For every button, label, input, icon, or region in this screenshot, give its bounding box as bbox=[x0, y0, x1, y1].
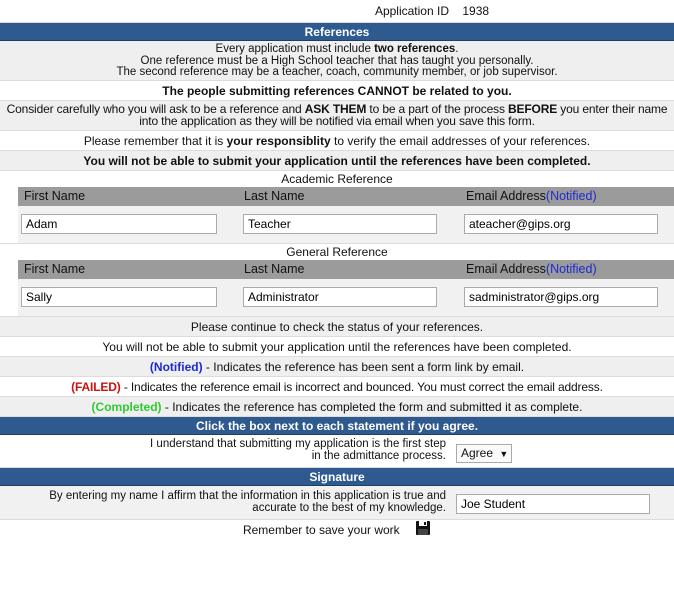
first-name-header: First Name bbox=[24, 262, 86, 276]
last-name-header: Last Name bbox=[244, 189, 305, 203]
caret-down-icon: ▼ bbox=[499, 449, 509, 459]
notified-text: - Indicates the reference has been sent … bbox=[202, 360, 525, 374]
general-email-input[interactable] bbox=[464, 287, 658, 307]
verify-text-2: to verify the email addresses of your re… bbox=[330, 134, 591, 148]
agreement-line-1: I understand that submitting my applicat… bbox=[150, 438, 446, 450]
academic-reference-title: Academic Reference bbox=[281, 172, 393, 186]
general-column-headers: First Name Last Name Email Address(Notif… bbox=[18, 260, 674, 279]
save-reminder-text: Remember to save your work bbox=[242, 523, 400, 538]
verify-bold: your responsiblity bbox=[226, 134, 331, 148]
email-header: Email Address(Notified) bbox=[466, 187, 597, 206]
save-row: Remember to save your work bbox=[0, 520, 674, 540]
academic-email-input[interactable] bbox=[464, 214, 658, 234]
general-last-name-input[interactable] bbox=[243, 287, 437, 307]
status-failed-legend: (FAILED) - Indicates the reference email… bbox=[0, 377, 674, 397]
status-notified-legend: (Notified) - Indicates the reference has… bbox=[0, 357, 674, 377]
signature-statement: By entering my name I affirm that the in… bbox=[49, 490, 446, 514]
email-header-label: Email Address bbox=[466, 189, 546, 203]
consider-text-3: you enter their name bbox=[557, 102, 668, 116]
status-completed-legend: (Completed) - Indicates the reference ha… bbox=[0, 397, 674, 417]
agreement-row: I understand that submitting my applicat… bbox=[0, 435, 674, 468]
agree-select-value: Agree bbox=[461, 446, 494, 460]
academic-first-name-input[interactable] bbox=[21, 214, 217, 234]
first-name-header: First Name bbox=[24, 189, 86, 203]
verify-notice: Please remember that it is your responsi… bbox=[0, 131, 674, 151]
general-reference: General Reference First Name Last Name E… bbox=[0, 244, 674, 317]
intro-text: Every application must include bbox=[215, 43, 375, 55]
consider-notice: Consider carefully who you will ask to b… bbox=[0, 101, 674, 131]
last-name-header: Last Name bbox=[244, 262, 305, 276]
signature-line-1: By entering my name I affirm that the in… bbox=[49, 490, 446, 502]
references-intro: Every application must include two refer… bbox=[0, 41, 674, 81]
cannot-submit-notice: You will not be able to submit your appl… bbox=[0, 151, 674, 171]
floppy-disk-icon[interactable] bbox=[415, 520, 431, 542]
intro-line-3: The second reference may be a teacher, c… bbox=[116, 66, 558, 78]
application-id-value: 1938 bbox=[462, 4, 490, 18]
email-header-label: Email Address bbox=[466, 262, 546, 276]
completed-label: (Completed) bbox=[91, 400, 162, 414]
notified-label: (Notified) bbox=[149, 360, 203, 374]
general-first-name-input[interactable] bbox=[21, 287, 217, 307]
signature-line-2: accurate to the best of my knowledge. bbox=[252, 502, 446, 514]
agreement-line-2: in the admittance process. bbox=[311, 450, 446, 462]
academic-column-headers: First Name Last Name Email Address(Notif… bbox=[18, 187, 674, 206]
application-form: Application ID 1938 References Every app… bbox=[0, 0, 674, 540]
failed-label: (FAILED) bbox=[71, 380, 121, 394]
references-header: References bbox=[0, 23, 674, 41]
verify-text-1: Please remember that it is bbox=[83, 134, 227, 148]
email-header: Email Address(Notified) bbox=[466, 260, 597, 279]
intro-suffix: . bbox=[455, 43, 459, 55]
general-reference-title: General Reference bbox=[286, 245, 388, 259]
academic-last-name-input[interactable] bbox=[243, 214, 437, 234]
failed-text: - Indicates the reference email is incor… bbox=[120, 380, 603, 394]
agreement-statement: I understand that submitting my applicat… bbox=[150, 438, 446, 462]
signature-header: Signature bbox=[0, 468, 674, 486]
consider-line-2: into the application as they will be not… bbox=[139, 114, 535, 128]
signature-row: By entering my name I affirm that the in… bbox=[0, 486, 674, 520]
email-notified-tag: (Notified) bbox=[545, 262, 597, 276]
general-inputs bbox=[18, 279, 674, 316]
completed-text: - Indicates the reference has completed … bbox=[161, 400, 583, 414]
application-id-label: Application ID bbox=[374, 4, 449, 18]
agree-select[interactable]: Agree ▼ bbox=[456, 444, 512, 463]
agreement-header: Click the box next to each statement if … bbox=[0, 417, 674, 435]
status-continue: Please continue to check the status of y… bbox=[0, 317, 674, 337]
signature-input[interactable] bbox=[456, 494, 650, 514]
status-cannot-submit: You will not be able to submit your appl… bbox=[0, 337, 674, 357]
email-notified-tag: (Notified) bbox=[545, 189, 597, 203]
academic-inputs bbox=[18, 206, 674, 243]
not-related-notice: The people submitting references CANNOT … bbox=[0, 81, 674, 101]
application-id-row: Application ID 1938 bbox=[0, 0, 674, 23]
academic-reference: Academic Reference First Name Last Name … bbox=[0, 171, 674, 244]
intro-bold: two references bbox=[374, 43, 456, 55]
